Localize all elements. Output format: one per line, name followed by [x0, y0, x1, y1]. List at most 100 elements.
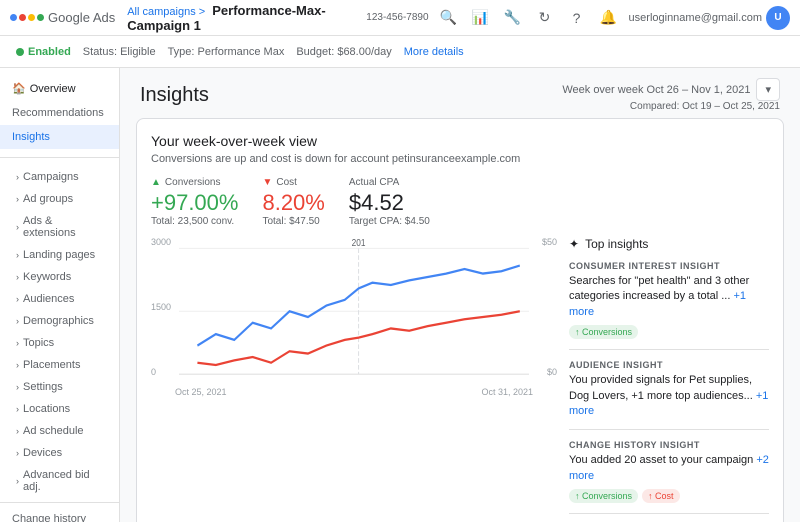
sidebar-item-recommendations[interactable]: Recommendations: [0, 101, 119, 125]
sidebar-divider2: [0, 502, 119, 503]
insight-audience-link[interactable]: +1 more: [569, 390, 768, 417]
insights-label: Insights: [12, 131, 50, 143]
insight-consumer-link[interactable]: +1 more: [569, 290, 746, 317]
dot-red: [19, 14, 26, 21]
cpa-metric: Actual CPA $4.52 Target CPA: $4.50: [349, 177, 430, 227]
status-eligible: Status: Eligible: [83, 46, 156, 58]
locations-label: Locations: [23, 403, 70, 415]
arrow-down-icon: ▼: [262, 177, 272, 188]
cost-metric: ▼ Cost 8.20% Total: $47.50: [262, 177, 324, 227]
insight-change-type: CHANGE HISTORY INSIGHT: [569, 440, 769, 450]
cost-value: 8.20%: [262, 190, 324, 216]
sidebar-item-ad-schedule[interactable]: › Ad schedule: [0, 420, 119, 442]
insight-audience-text: You provided signals for Pet supplies, D…: [569, 373, 769, 419]
chevron-icon: ›: [16, 426, 19, 436]
dropdown-arrow: ▾: [765, 83, 771, 96]
chevron-icon: ›: [16, 294, 19, 304]
sidebar-item-change-history[interactable]: Change history: [0, 507, 119, 522]
cpa-value: $4.52: [349, 190, 430, 216]
landing-pages-label: Landing pages: [23, 249, 95, 261]
chart-x-labels: Oct 25, 2021 Oct 31, 2021: [175, 387, 533, 397]
page-header: Insights Week over week Oct 26 – Nov 1, …: [120, 68, 800, 118]
main-layout: 🏠 Overview Recommendations Insights › Ca…: [0, 68, 800, 522]
content-area: Insights Week over week Oct 26 – Nov 1, …: [120, 68, 800, 522]
phone-number: 123-456-7890: [366, 12, 428, 23]
chevron-icon: ›: [16, 250, 19, 260]
sidebar-item-campaigns[interactable]: › Campaigns: [0, 166, 119, 188]
top-insights-title: Top insights: [585, 237, 648, 251]
conversions-label: ▲ Conversions: [151, 177, 238, 188]
home-icon: 🏠: [12, 82, 26, 95]
top-insights-panel: ✦ Top insights CONSUMER INTEREST INSIGHT…: [569, 237, 769, 522]
conversions-metric: ▲ Conversions +97.00% Total: 23,500 conv…: [151, 177, 238, 227]
arrow-up-icon: ▲: [151, 177, 161, 188]
date-range-selector: Week over week Oct 26 – Nov 1, 2021 ▾: [562, 78, 780, 101]
search-icon[interactable]: 🔍: [437, 6, 461, 30]
sidebar-item-placements[interactable]: › Placements: [0, 354, 119, 376]
avatar: U: [766, 6, 790, 30]
cost-label: ▼ Cost: [262, 177, 324, 188]
sidebar-item-keywords[interactable]: › Keywords: [0, 266, 119, 288]
dot-blue: [10, 14, 17, 21]
conversions-total: Total: 23,500 conv.: [151, 216, 238, 227]
recommendations-label: Recommendations: [12, 107, 104, 119]
insight-audience-type: AUDIENCE INSIGHT: [569, 360, 769, 370]
sidebar-item-topics[interactable]: › Topics: [0, 332, 119, 354]
conversions-value: +97.00%: [151, 190, 238, 216]
week-view-card: Your week-over-week view Conversions are…: [136, 118, 784, 522]
top-bar-icons: 123-456-7890 🔍 📊 🔧 ↻ ? 🔔 userloginname@g…: [366, 6, 790, 30]
sidebar-item-demographics[interactable]: › Demographics: [0, 310, 119, 332]
devices-label: Devices: [23, 447, 62, 459]
sidebar-item-insights[interactable]: Insights: [0, 125, 119, 149]
breadcrumb-link[interactable]: All campaigns >: [127, 6, 205, 18]
chart-y-labels-left: 3000 1500 0: [151, 237, 171, 377]
bell-icon[interactable]: 🔔: [597, 6, 621, 30]
sidebar-item-overview[interactable]: 🏠 Overview: [0, 76, 119, 101]
keywords-label: Keywords: [23, 271, 71, 283]
dot-green: [37, 14, 44, 21]
chevron-icon: ›: [16, 382, 19, 392]
sidebar-item-settings[interactable]: › Settings: [0, 376, 119, 398]
user-email: userloginname@gmail.com: [629, 12, 762, 24]
tools-icon[interactable]: 🔧: [501, 6, 525, 30]
sidebar-item-landing-pages[interactable]: › Landing pages: [0, 244, 119, 266]
reports-icon[interactable]: 📊: [469, 6, 493, 30]
chevron-icon: ›: [16, 194, 19, 204]
demographics-label: Demographics: [23, 315, 94, 327]
chart-area: 3000 1500 0 $50 $0: [151, 237, 557, 397]
cpa-label: Actual CPA: [349, 177, 430, 188]
cpa-total: Target CPA: $4.50: [349, 216, 430, 227]
more-details-link[interactable]: More details: [404, 46, 464, 58]
insight-consumer-type: CONSUMER INTEREST INSIGHT: [569, 261, 769, 271]
sidebar-item-advanced-bid[interactable]: › Advanced bid adj.: [0, 464, 119, 498]
star-icon: ✦: [569, 237, 579, 251]
sidebar-item-ad-groups[interactable]: › Ad groups: [0, 188, 119, 210]
sidebar-item-devices[interactable]: › Devices: [0, 442, 119, 464]
date-range-button[interactable]: ▾: [756, 78, 780, 101]
svg-text:201: 201: [352, 237, 366, 248]
settings-label: Settings: [23, 381, 63, 393]
chevron-icon: ›: [16, 272, 19, 282]
top-insights-header: ✦ Top insights: [569, 237, 769, 251]
campaigns-label: Campaigns: [23, 171, 79, 183]
campaign-type: Type: Performance Max: [168, 46, 285, 58]
week-view-subtitle: Conversions are up and cost is down for …: [151, 153, 769, 165]
sidebar-item-ads-extensions[interactable]: › Ads & extensions: [0, 210, 119, 244]
ad-groups-label: Ad groups: [23, 193, 73, 205]
advanced-bid-label: Advanced bid adj.: [23, 469, 107, 493]
breadcrumb: All campaigns > Performance-Max-Campaign…: [127, 3, 366, 33]
metrics-row: ▲ Conversions +97.00% Total: 23,500 conv…: [151, 177, 769, 227]
sidebar-item-locations[interactable]: › Locations: [0, 398, 119, 420]
insight-change-link[interactable]: +2 more: [569, 454, 769, 481]
insight-consumer-tags: ↑ Conversions: [569, 325, 769, 339]
google-ads-logo: Google Ads: [10, 10, 115, 25]
dot-yellow: [28, 14, 35, 21]
refresh-icon[interactable]: ↻: [533, 6, 557, 30]
sidebar-item-audiences[interactable]: › Audiences: [0, 288, 119, 310]
insight-consumer: CONSUMER INTEREST INSIGHT Searches for "…: [569, 261, 769, 350]
sidebar-nav-section: › Campaigns › Ad groups › Ads & extensio…: [0, 162, 119, 522]
campaign-status: Enabled: [16, 46, 71, 58]
topics-label: Topics: [23, 337, 54, 349]
help-icon[interactable]: ?: [565, 6, 589, 30]
placements-label: Placements: [23, 359, 80, 371]
